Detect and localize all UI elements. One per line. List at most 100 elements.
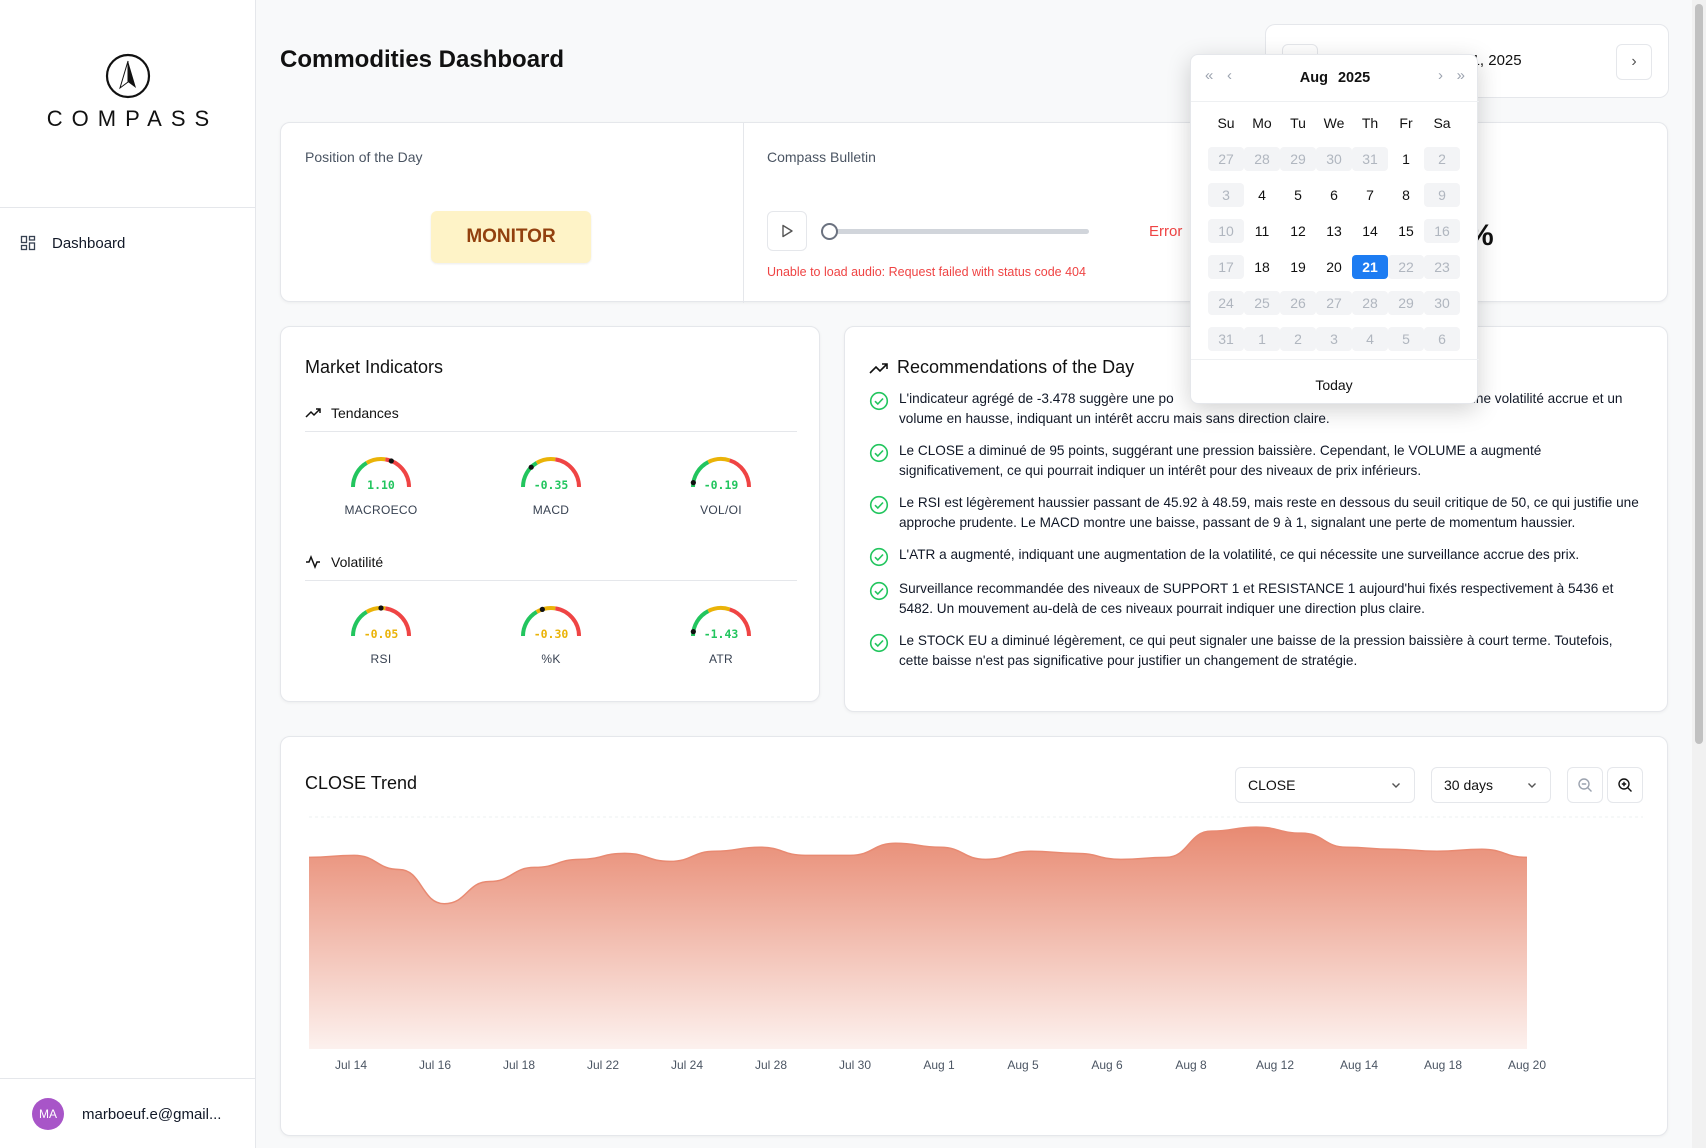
calendar-day[interactable]: 27 [1316, 291, 1352, 315]
calendar-day[interactable]: 25 [1244, 291, 1280, 315]
audio-progress-track[interactable] [829, 229, 1089, 234]
calendar-day[interactable]: 4 [1244, 183, 1280, 207]
calendar-year[interactable]: 2025 [1338, 70, 1370, 86]
data-point[interactable] [1341, 841, 1353, 853]
gauge-needle [388, 458, 394, 464]
calendar-day[interactable]: 22 [1388, 255, 1424, 279]
calendar-day[interactable]: 28 [1244, 147, 1280, 171]
recommendation-text: L'ATR a augmenté, indiquant une augmenta… [899, 547, 1580, 562]
calendar-day[interactable]: 16 [1424, 219, 1460, 243]
compass-logo[interactable]: COMPASS [0, 52, 256, 132]
calendar-day[interactable]: 29 [1280, 147, 1316, 171]
calendar-day[interactable]: 28 [1352, 291, 1388, 315]
calendar-divider [1191, 101, 1479, 102]
section-divider [305, 580, 797, 581]
calendar-day[interactable]: 19 [1280, 255, 1316, 279]
calendar-day[interactable]: 30 [1316, 147, 1352, 171]
calendar-day[interactable]: 2 [1424, 147, 1460, 171]
calendar-day[interactable]: 7 [1352, 183, 1388, 207]
calendar-day[interactable]: 1 [1388, 147, 1424, 171]
calendar-day[interactable]: 2 [1280, 327, 1316, 351]
data-point[interactable] [1025, 845, 1037, 857]
market-indicators-card: Market Indicators Tendances 1.10 MACROEC… [280, 326, 820, 702]
calendar-day[interactable]: 15 [1388, 219, 1424, 243]
calendar-day[interactable]: 6 [1316, 183, 1352, 207]
activity-icon [306, 554, 320, 570]
next-year-button[interactable]: » [1457, 67, 1465, 84]
calendar-day[interactable]: 10 [1208, 219, 1244, 243]
data-point[interactable] [393, 863, 405, 875]
data-point[interactable] [1205, 825, 1217, 837]
calendar-day[interactable]: 4 [1352, 327, 1388, 351]
data-point[interactable] [1070, 847, 1082, 859]
data-point[interactable] [529, 861, 541, 873]
calendar-day[interactable]: 3 [1208, 183, 1244, 207]
calendar-day[interactable]: 27 [1208, 147, 1244, 171]
calendar-day[interactable]: 30 [1424, 291, 1460, 315]
data-point[interactable] [1115, 853, 1127, 865]
data-point[interactable] [438, 898, 450, 910]
data-point[interactable] [1386, 843, 1398, 855]
data-point[interactable] [709, 845, 721, 857]
calendar-day[interactable]: 12 [1280, 219, 1316, 243]
scrollbar-thumb[interactable] [1695, 4, 1703, 744]
data-point[interactable] [1431, 845, 1443, 857]
data-point[interactable] [935, 841, 947, 853]
data-point[interactable] [1521, 851, 1533, 863]
data-point[interactable] [1295, 827, 1307, 839]
calendar-header: « ‹ Aug 2025 › » [1191, 67, 1479, 91]
gauge-dial: 1.10 [351, 457, 411, 492]
x-tick-label: Jul 30 [839, 1058, 871, 1072]
calendar-day[interactable]: 9 [1424, 183, 1460, 207]
data-point[interactable] [483, 876, 495, 888]
sidebar-item-dashboard[interactable]: Dashboard [20, 232, 125, 254]
data-point[interactable] [754, 841, 766, 853]
calendar-day[interactable]: 29 [1388, 291, 1424, 315]
calendar-day[interactable]: 23 [1424, 255, 1460, 279]
data-point[interactable] [1250, 821, 1262, 833]
calendar-day[interactable]: 18 [1244, 255, 1280, 279]
weekday-header: Su [1217, 115, 1235, 131]
calendar-day[interactable]: 24 [1208, 291, 1244, 315]
data-point[interactable] [574, 853, 586, 865]
next-month-button[interactable]: › [1438, 67, 1443, 84]
calendar-day[interactable]: 6 [1424, 327, 1460, 351]
calendar-day[interactable]: 31 [1208, 327, 1244, 351]
calendar-day[interactable]: 14 [1352, 219, 1388, 243]
calendar-day[interactable]: 11 [1244, 219, 1280, 243]
position-badge: MONITOR [431, 211, 591, 263]
page-scrollbar[interactable] [1692, 0, 1706, 1148]
calendar-day[interactable]: 5 [1280, 183, 1316, 207]
next-day-button[interactable]: › [1616, 44, 1652, 80]
calendar-day[interactable]: 13 [1316, 219, 1352, 243]
data-point[interactable] [1476, 843, 1488, 855]
play-button[interactable] [767, 211, 807, 251]
calendar-day[interactable]: 20 [1316, 255, 1352, 279]
calendar-day[interactable]: 8 [1388, 183, 1424, 207]
calendar-day[interactable]: 1 [1244, 327, 1280, 351]
data-point[interactable] [348, 849, 360, 861]
calendar-month[interactable]: Aug [1300, 70, 1328, 86]
gauge-arc [707, 606, 731, 613]
gauge-dial: -0.30 [521, 606, 581, 641]
close-trend-chart[interactable]: Jul 14 Jul 16 Jul 18 Jul 22 Jul 24 Jul 28 Jul … [281, 737, 1669, 1137]
gauge-arc [351, 461, 368, 488]
x-tick-label: Aug 6 [1091, 1058, 1123, 1072]
data-point[interactable] [980, 853, 992, 865]
calendar-day[interactable]: 3 [1316, 327, 1352, 351]
calendar-day[interactable]: 5 [1388, 327, 1424, 351]
data-point[interactable] [1160, 851, 1172, 863]
data-point[interactable] [889, 837, 901, 849]
user-menu[interactable]: MA marboeuf.e@gmail... [32, 1098, 221, 1130]
audio-progress-thumb[interactable] [821, 223, 838, 240]
data-point[interactable] [303, 851, 315, 863]
today-button[interactable]: Today [1191, 377, 1477, 393]
calendar-day-selected[interactable]: 21 [1352, 255, 1388, 279]
calendar-day[interactable]: 17 [1208, 255, 1244, 279]
calendar-day[interactable]: 31 [1352, 147, 1388, 171]
data-point[interactable] [619, 847, 631, 859]
data-point[interactable] [844, 849, 856, 861]
calendar-day[interactable]: 26 [1280, 291, 1316, 315]
data-point[interactable] [664, 855, 676, 867]
data-point[interactable] [799, 849, 811, 861]
